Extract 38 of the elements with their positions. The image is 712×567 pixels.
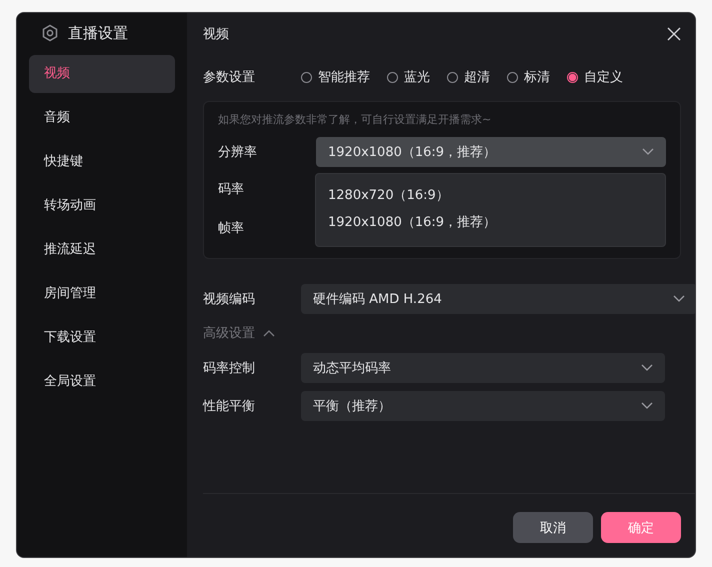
preset-radio[interactable]: 标清 xyxy=(507,68,550,86)
section-title: 视频 xyxy=(203,26,229,43)
field-label: 参数设置 xyxy=(203,69,256,86)
close-icon[interactable] xyxy=(667,27,681,41)
field-label: 分辨率 xyxy=(218,144,258,161)
sidebar-item[interactable]: 视频 xyxy=(29,55,175,93)
sidebar-item[interactable]: 音频 xyxy=(29,99,175,137)
sidebar-item[interactable]: 快捷键 xyxy=(29,143,175,181)
resolution-select[interactable]: 1920x1080（16:9，推荐） xyxy=(316,137,666,167)
sidebar-item[interactable]: 全局设置 xyxy=(29,363,175,401)
chevron-down-icon xyxy=(642,148,654,156)
sidebar-item[interactable]: 推流延迟 xyxy=(29,231,175,269)
encoder-select[interactable]: 硬件编码 AMD H.264 xyxy=(301,284,695,314)
field-label: 帧率 xyxy=(218,220,245,237)
dropdown-select[interactable]: 动态平均码率 xyxy=(301,353,665,383)
chevron-down-icon xyxy=(641,402,653,410)
preset-radio[interactable]: 蓝光 xyxy=(387,68,430,86)
sidebar-title: 直播设置 xyxy=(68,24,128,42)
hint-text: 如果您对推流参数非常了解，可自行设置满足开播需求~ xyxy=(218,112,492,127)
sidebar-item[interactable]: 转场动画 xyxy=(29,187,175,225)
preset-radio[interactable]: 自定义 xyxy=(567,68,623,86)
dropdown-option[interactable]: 1920x1080（16:9，推荐） xyxy=(316,209,665,236)
cancel-button[interactable]: 取消 xyxy=(513,512,593,543)
preset-radio[interactable]: 智能推荐 xyxy=(301,68,370,86)
field-label: 视频编码 xyxy=(203,291,256,308)
field-label: 码率控制 xyxy=(203,360,256,377)
dropdown-option[interactable]: 1280x720（16:9） xyxy=(316,182,665,209)
chevron-down-icon xyxy=(673,295,685,303)
settings-icon xyxy=(41,24,59,42)
sidebar-item[interactable]: 下载设置 xyxy=(29,319,175,357)
advanced-toggle[interactable]: 高级设置 xyxy=(203,321,275,345)
chevron-down-icon xyxy=(641,364,653,372)
sidebar-item[interactable]: 房间管理 xyxy=(29,275,175,313)
caret-icon xyxy=(263,329,275,337)
field-label: 码率 xyxy=(218,181,245,198)
preset-radio[interactable]: 超清 xyxy=(447,68,490,86)
field-label: 性能平衡 xyxy=(203,398,256,415)
dropdown-select[interactable]: 平衡（推荐） xyxy=(301,391,665,421)
